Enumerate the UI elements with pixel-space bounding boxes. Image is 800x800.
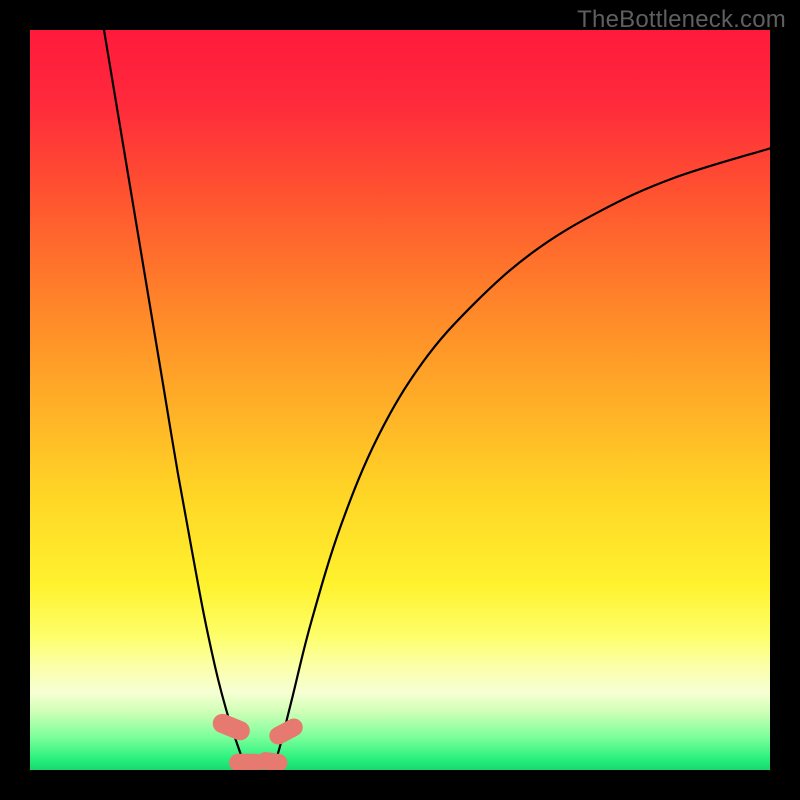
chart-frame: TheBottleneck.com (0, 0, 800, 800)
curve-left_curve (104, 30, 243, 761)
curve-right_curve (276, 148, 770, 761)
plot-area (30, 30, 770, 770)
bottleneck-curve (30, 30, 770, 770)
marker-2 (255, 751, 288, 770)
marker-0 (210, 711, 253, 743)
watermark-text: TheBottleneck.com (577, 6, 786, 34)
